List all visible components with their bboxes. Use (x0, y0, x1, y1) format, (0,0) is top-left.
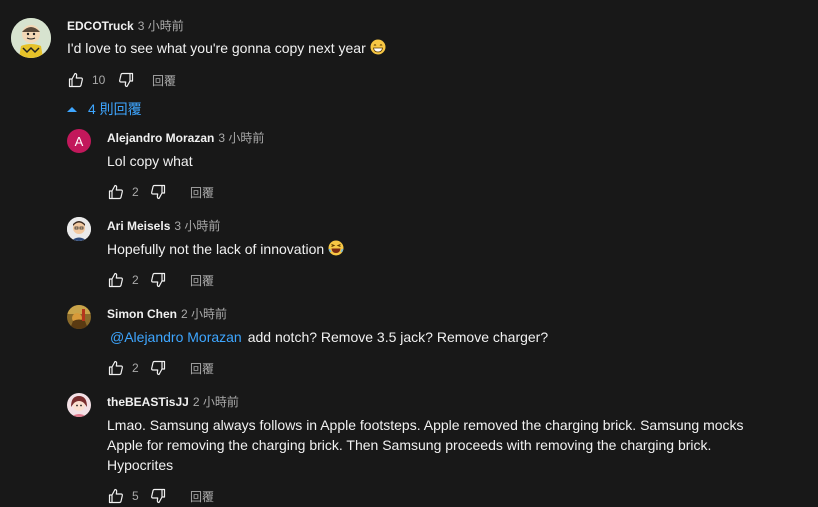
reply-button[interactable]: 回覆 (190, 184, 214, 201)
avatar[interactable] (67, 217, 91, 241)
author-name[interactable]: Simon Chen (107, 307, 177, 321)
dislike-icon[interactable] (148, 358, 168, 378)
avatar[interactable] (67, 393, 91, 417)
like-count: 5 (132, 489, 139, 503)
avatar-letter: A (74, 133, 84, 149)
replies-toggle[interactable]: 4 則回覆 (66, 99, 142, 119)
reply-button[interactable]: 回覆 (152, 72, 176, 89)
dislike-icon[interactable] (148, 486, 168, 506)
chevron-up-icon (66, 105, 78, 113)
avatar[interactable]: A (67, 129, 91, 153)
comment-header: Simon Chen 2 小時前 (107, 306, 227, 322)
timestamp[interactable]: 2 小時前 (181, 307, 227, 321)
author-name[interactable]: theBEASTisJJ (107, 395, 189, 409)
author-name[interactable]: EDCOTruck (67, 19, 134, 33)
reply-button[interactable]: 回覆 (190, 360, 214, 377)
comment-header: Alejandro Morazan 3 小時前 (107, 130, 264, 146)
comment-text-line: Apple for removing the charging brick. T… (107, 437, 712, 453)
grin-emoji-icon (370, 39, 386, 60)
like-count: 2 (132, 185, 139, 199)
like-icon[interactable] (106, 270, 126, 290)
comment-text: Hopefully not the lack of innovation (107, 239, 344, 261)
comment-actions: 2 回覆 (106, 270, 214, 290)
like-icon[interactable] (106, 358, 126, 378)
like-icon[interactable] (106, 486, 126, 506)
replies-count-label: 4 則回覆 (88, 101, 142, 117)
comment-actions: 2 回覆 (106, 358, 214, 378)
timestamp[interactable]: 3 小時前 (174, 219, 220, 233)
comment-actions: 10 回覆 (66, 70, 176, 90)
like-icon[interactable] (106, 182, 126, 202)
dislike-icon[interactable] (116, 70, 136, 90)
comment-actions: 2 回覆 (106, 182, 214, 202)
comment-text-line: Lmao. Samsung always follows in Apple fo… (107, 417, 744, 433)
comment-header: theBEASTisJJ 2 小時前 (107, 394, 239, 410)
timestamp[interactable]: 2 小時前 (193, 395, 239, 409)
like-count: 2 (132, 361, 139, 375)
comment-actions: 5 回覆 (106, 486, 214, 506)
comment-text: @Alejandro Morazan add notch? Remove 3.5 … (110, 329, 549, 345)
comment-text: I'd love to see what you're gonna copy n… (67, 38, 386, 60)
timestamp[interactable]: 3 小時前 (138, 19, 184, 33)
reply-button[interactable]: 回覆 (190, 488, 214, 505)
comments-section: EDCOTruck 3 小時前 I'd love to see what you'… (0, 0, 818, 507)
avatar[interactable] (67, 305, 91, 329)
comment-header: Ari Meisels 3 小時前 (107, 218, 220, 234)
timestamp[interactable]: 3 小時前 (218, 131, 264, 145)
laughing-emoji-icon (328, 240, 344, 261)
like-count: 2 (132, 273, 139, 287)
author-name[interactable]: Ari Meisels (107, 219, 170, 233)
comment-header: EDCOTruck 3 小時前 (67, 18, 184, 34)
dislike-icon[interactable] (148, 270, 168, 290)
author-name[interactable]: Alejandro Morazan (107, 131, 214, 145)
mention-link[interactable]: @Alejandro Morazan (110, 329, 242, 345)
comment-text-line: Hypocrites (107, 457, 174, 473)
reply-button[interactable]: 回覆 (190, 272, 214, 289)
comment-text: Lol copy what (107, 153, 193, 169)
dislike-icon[interactable] (148, 182, 168, 202)
like-count: 10 (92, 73, 106, 87)
like-icon[interactable] (66, 70, 86, 90)
comment-text: Lmao. Samsung always follows in Apple fo… (107, 415, 744, 475)
avatar[interactable] (11, 18, 51, 58)
